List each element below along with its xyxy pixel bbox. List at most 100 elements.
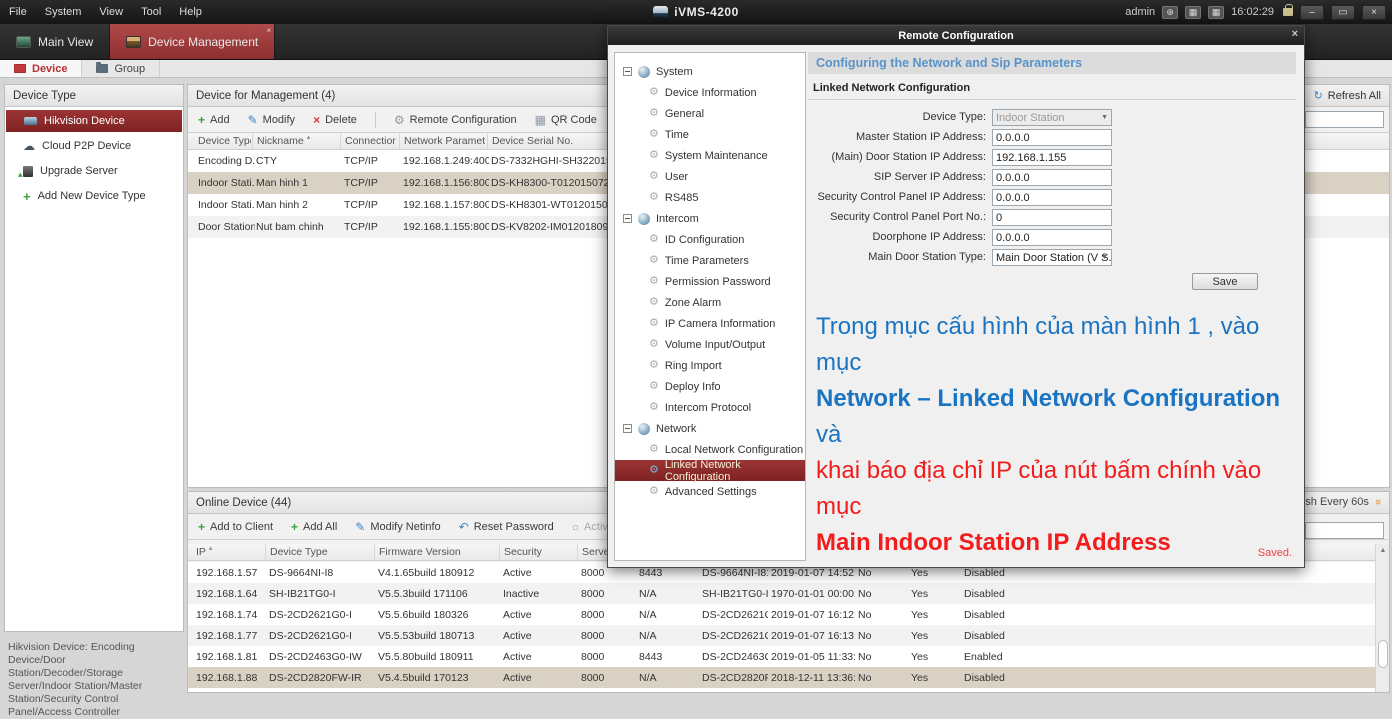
tree-item-time-parameters[interactable]: ⚙Time Parameters bbox=[615, 250, 805, 271]
table-row[interactable]: 192.168.1.88DS-2CD2820FW-IRV5.4.5build 1… bbox=[188, 667, 1389, 688]
tree-item-id-configuration[interactable]: ⚙ID Configuration bbox=[615, 229, 805, 250]
toolbar-button-delete[interactable]: ×Delete bbox=[313, 114, 357, 126]
tab-device-management[interactable]: Device Management × bbox=[110, 24, 275, 59]
minimize-button[interactable]: – bbox=[1300, 5, 1324, 20]
sidebar-item-add-new-device-type[interactable]: +Add New Device Type bbox=[5, 185, 183, 207]
toolbar-button-reset-password[interactable]: ↶Reset Password bbox=[459, 521, 554, 533]
menu-system[interactable]: System bbox=[36, 6, 91, 18]
input-master-station-ip-address[interactable]: 0.0.0.0 bbox=[992, 129, 1112, 146]
menu-view[interactable]: View bbox=[90, 6, 132, 18]
tree-item-volume-input-output[interactable]: ⚙Volume Input/Output bbox=[615, 334, 805, 355]
lock-icon[interactable] bbox=[1283, 8, 1293, 16]
device-management-icon bbox=[126, 36, 141, 48]
tree-item-label: User bbox=[665, 171, 688, 183]
tree-item-ip-camera-information[interactable]: ⚙IP Camera Information bbox=[615, 313, 805, 334]
tree-item-device-information[interactable]: ⚙Device Information bbox=[615, 82, 805, 103]
tree-item-label: RS485 bbox=[665, 192, 699, 204]
column-header-firmware-version[interactable]: Firmware Version bbox=[374, 544, 496, 560]
toolbar-button-modify[interactable]: ✎Modify bbox=[248, 114, 295, 126]
column-header-device-type[interactable]: Device Type bbox=[194, 133, 251, 149]
refresh-all-button[interactable]: ↻ Refresh All bbox=[1314, 89, 1381, 102]
input-main-door-station-ip-address[interactable]: 192.168.1.155 bbox=[992, 149, 1112, 166]
table-cell: No bbox=[858, 625, 908, 646]
remote-configuration-dialog: Remote Configuration × System⚙Device Inf… bbox=[607, 25, 1305, 568]
table-cell: DS-9664NI-I8 bbox=[269, 562, 375, 583]
collapse-icon[interactable] bbox=[623, 214, 632, 223]
tree-item-intercom-protocol[interactable]: ⚙Intercom Protocol bbox=[615, 397, 805, 418]
toolbar-button-add-all[interactable]: +Add All bbox=[291, 521, 337, 533]
toolbar-button-add[interactable]: +Add bbox=[198, 114, 230, 126]
tab-main-view[interactable]: Main View bbox=[0, 24, 110, 59]
sidebar-item-upgrade-server[interactable]: Upgrade Server bbox=[5, 160, 183, 182]
scrollbar-thumb[interactable] bbox=[1378, 640, 1388, 668]
column-header-connection-[interactable]: Connection ... bbox=[340, 133, 396, 149]
calendar-icon[interactable]: ▦ bbox=[1208, 6, 1224, 19]
online-scrollbar[interactable]: ▲ bbox=[1375, 544, 1389, 692]
cpu-status-icon[interactable]: ▦ bbox=[1185, 6, 1201, 19]
table-cell: Active bbox=[503, 625, 578, 646]
toolbar-button-modify-netinfo[interactable]: ✎Modify Netinfo bbox=[355, 521, 440, 533]
tree-item-general[interactable]: ⚙General bbox=[615, 103, 805, 124]
scroll-up-icon[interactable]: ▲ bbox=[1377, 545, 1389, 557]
table-row[interactable]: 192.168.1.81DS-2CD2463G0-IWV5.5.80build … bbox=[188, 646, 1389, 667]
input-security-control-panel-port-no[interactable]: 0 bbox=[992, 209, 1112, 226]
table-cell: Indoor Stati... bbox=[198, 194, 255, 216]
tree-item-user[interactable]: ⚙User bbox=[615, 166, 805, 187]
toolbar-button-add-to-client[interactable]: +Add to Client bbox=[198, 521, 273, 533]
collapse-icon[interactable] bbox=[623, 424, 632, 433]
gear-icon: ⚙ bbox=[649, 150, 659, 161]
chevron-double-down-icon[interactable]: » bbox=[1372, 499, 1384, 505]
tree-item-local-network-configuration[interactable]: ⚙Local Network Configuration bbox=[615, 439, 805, 460]
tab-device-label: Device bbox=[32, 63, 67, 75]
close-button[interactable]: × bbox=[1362, 5, 1386, 20]
column-header-network-parameters[interactable]: Network Parameters bbox=[399, 133, 485, 149]
tree-item-zone-alarm[interactable]: ⚙Zone Alarm bbox=[615, 292, 805, 313]
column-header-nickname[interactable]: Nickname▴ bbox=[252, 133, 337, 149]
table-row[interactable]: 192.168.1.64SH-IB21TG0-IV5.5.3build 1711… bbox=[188, 583, 1389, 604]
tree-item-advanced-settings[interactable]: ⚙Advanced Settings bbox=[615, 481, 805, 502]
table-row[interactable]: 192.168.1.74DS-2CD2621G0-IV5.5.6build 18… bbox=[188, 604, 1389, 625]
input-security-control-panel-ip-address[interactable]: 0.0.0.0 bbox=[992, 189, 1112, 206]
gear-icon: ⚙ bbox=[649, 360, 659, 371]
input-doorphone-ip-address[interactable]: 0.0.0.0 bbox=[992, 229, 1112, 246]
app-logo-icon bbox=[653, 6, 668, 19]
tree-group-network[interactable]: Network bbox=[615, 418, 805, 439]
tree-item-permission-password[interactable]: ⚙Permission Password bbox=[615, 271, 805, 292]
tab-group[interactable]: Group bbox=[82, 60, 160, 77]
table-row[interactable]: 192.168.1.77DS-2CD2621G0-IV5.5.53build 1… bbox=[188, 625, 1389, 646]
tree-item-rs485[interactable]: ⚙RS485 bbox=[615, 187, 805, 208]
saved-status: Saved. bbox=[1258, 547, 1292, 559]
tree-item-deploy-info[interactable]: ⚙Deploy Info bbox=[615, 376, 805, 397]
tree-item-ring-import[interactable]: ⚙Ring Import bbox=[615, 355, 805, 376]
input-sip-server-ip-address[interactable]: 0.0.0.0 bbox=[992, 169, 1112, 186]
online-filter-input[interactable] bbox=[1305, 522, 1384, 539]
sidebar-item-cloud-p2p-device[interactable]: ☁Cloud P2P Device bbox=[5, 135, 183, 157]
restore-button[interactable]: ▭ bbox=[1331, 5, 1355, 20]
menu-help[interactable]: Help bbox=[170, 6, 211, 18]
column-header-ip[interactable]: IP▴ bbox=[192, 544, 262, 560]
annotation-line-3: khai báo địa chỉ IP của nút bấm chính và… bbox=[816, 453, 1298, 525]
sidebar-item-hikvision-device[interactable]: Hikvision Device bbox=[6, 110, 182, 132]
collapse-icon[interactable] bbox=[623, 67, 632, 76]
menu-file[interactable]: File bbox=[0, 6, 36, 18]
table-cell: 192.168.1.57 bbox=[196, 562, 266, 583]
table-cell: Nut bam chinh bbox=[256, 216, 341, 238]
tab-device[interactable]: Device bbox=[0, 60, 82, 77]
tab-close-icon[interactable]: × bbox=[267, 26, 272, 35]
online-table-body: 192.168.1.57DS-9664NI-I8V4.1.65build 180… bbox=[188, 562, 1389, 692]
column-header-device-type[interactable]: Device Type bbox=[265, 544, 371, 560]
save-button[interactable]: Save bbox=[1192, 273, 1258, 290]
select-main-door-station-type[interactable]: Main Door Station (V S...▼ bbox=[992, 249, 1112, 266]
column-header-security[interactable]: Security bbox=[499, 544, 574, 560]
tree-group-intercom[interactable]: Intercom bbox=[615, 208, 805, 229]
menu-tool[interactable]: Tool bbox=[132, 6, 170, 18]
tree-group-system[interactable]: System bbox=[615, 61, 805, 82]
tree-item-system-maintenance[interactable]: ⚙System Maintenance bbox=[615, 145, 805, 166]
tree-item-time[interactable]: ⚙Time bbox=[615, 124, 805, 145]
tree-item-linked-network-configuration[interactable]: ⚙Linked Network Configuration bbox=[615, 460, 805, 481]
toolbar-button-remote-configuration[interactable]: ⚙Remote Configuration bbox=[394, 114, 517, 126]
toolbar-button-qr-code[interactable]: ▦QR Code bbox=[535, 114, 597, 126]
annotation-line-2-bold: Network – Linked Network Configuration bbox=[816, 385, 1280, 412]
management-filter-input[interactable] bbox=[1305, 111, 1384, 128]
globe-icon[interactable]: ⊕ bbox=[1162, 6, 1178, 19]
